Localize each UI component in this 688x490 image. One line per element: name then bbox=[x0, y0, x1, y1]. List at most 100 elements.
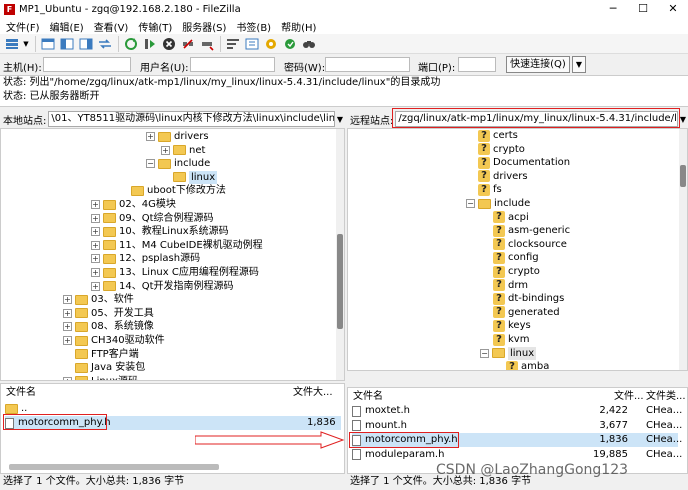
list-item[interactable]: moduleparam.h 19,885 CHea... bbox=[352, 448, 682, 462]
expand-icon[interactable]: + bbox=[91, 254, 100, 264]
tree-item[interactable]: +13、Linux C应用编程例程源码 bbox=[91, 266, 259, 279]
expand-icon[interactable]: + bbox=[146, 132, 155, 141]
expand-icon[interactable]: + bbox=[91, 268, 100, 277]
tree-item[interactable]: − include bbox=[466, 197, 530, 210]
quickconnect-dropdown[interactable]: ▼ bbox=[572, 56, 586, 73]
expand-icon[interactable]: + bbox=[91, 281, 100, 291]
expand-icon[interactable]: + bbox=[63, 322, 72, 332]
tree-item[interactable]: linux bbox=[161, 170, 218, 184]
expand-icon[interactable]: + bbox=[91, 240, 100, 250]
tree-item[interactable]: ? dt-bindings bbox=[493, 292, 564, 305]
tree-item[interactable]: +14、Qt开发指南例程源码 bbox=[91, 280, 234, 293]
minimize-button[interactable]: ─ bbox=[598, 0, 628, 18]
column-header-filesize[interactable]: 文件... bbox=[614, 389, 644, 405]
tree-item[interactable]: ? drm bbox=[493, 279, 528, 292]
tree-item[interactable]: Java 安装包 bbox=[63, 361, 145, 374]
collapse-icon[interactable]: − bbox=[466, 199, 475, 208]
tree-item[interactable]: ? drivers bbox=[478, 170, 528, 183]
tree-item[interactable]: ? acpi bbox=[493, 211, 529, 224]
tree-item[interactable]: +10、教程Linux系统源码 bbox=[91, 225, 229, 238]
tree-item[interactable]: + CH340驱动软件 bbox=[63, 334, 165, 347]
collapse-icon[interactable]: − bbox=[480, 348, 489, 358]
tree-item[interactable]: +12、psplash源码 bbox=[91, 252, 200, 265]
close-button[interactable]: ✕ bbox=[658, 0, 688, 18]
tree-item[interactable]: ? crypto bbox=[478, 143, 525, 156]
chevron-down-icon[interactable]: ▼ bbox=[335, 115, 345, 124]
menu-bookmarks[interactable]: 书签(B) bbox=[236, 19, 271, 34]
toggle-remote-tree-icon[interactable] bbox=[77, 36, 94, 52]
tree-item[interactable]: ? config bbox=[493, 251, 539, 264]
toggle-local-tree-icon[interactable] bbox=[58, 36, 75, 52]
list-item[interactable]: mount.h 3,677 CHea... bbox=[352, 419, 682, 433]
tree-item[interactable]: ? asm-generic bbox=[493, 224, 570, 237]
quickconnect-button[interactable]: 快速连接(Q) bbox=[506, 56, 570, 73]
expand-icon[interactable]: + bbox=[91, 227, 100, 237]
menu-transfer[interactable]: 传输(T) bbox=[138, 19, 172, 34]
column-header-filename[interactable]: 文件名 bbox=[353, 389, 383, 405]
tree-item[interactable]: ? keys bbox=[493, 319, 531, 332]
expand-icon[interactable]: + bbox=[91, 200, 100, 209]
list-item[interactable]: moxtet.h 2,422 CHea... bbox=[352, 404, 682, 418]
scrollbar-thumb[interactable] bbox=[680, 165, 686, 187]
tree-item[interactable]: − linux bbox=[480, 346, 537, 360]
expand-icon[interactable]: + bbox=[63, 376, 72, 380]
local-site-path[interactable]: \01、YT8511驱动源码\linux内核下修改方法\linux\includ… bbox=[48, 111, 335, 127]
cancel-icon[interactable] bbox=[160, 36, 177, 52]
tree-item[interactable]: uboot下修改方法 bbox=[119, 184, 226, 197]
tree-item[interactable]: +05、开发工具 bbox=[63, 307, 154, 320]
tree-item[interactable]: ? generated bbox=[493, 306, 560, 319]
tree-item[interactable]: ? fs bbox=[478, 183, 502, 196]
tree-item[interactable]: +08、系统镜像 bbox=[63, 320, 154, 333]
sync-browse-icon[interactable] bbox=[262, 36, 279, 52]
remote-tree-scrollbar[interactable] bbox=[679, 129, 687, 370]
refresh-icon[interactable] bbox=[122, 36, 139, 52]
tree-item[interactable]: +11、M4 CubeIDE裸机驱动例程 bbox=[91, 239, 263, 252]
expand-icon[interactable]: + bbox=[63, 308, 72, 318]
tree-item[interactable]: +09、Qt综合例程源码 bbox=[91, 212, 214, 225]
tree-item[interactable]: FTP客户端 bbox=[63, 348, 139, 361]
column-header-filesize[interactable]: 文件大... bbox=[293, 385, 333, 401]
horizontal-scrollbar[interactable] bbox=[9, 464, 219, 470]
search-icon[interactable] bbox=[300, 36, 317, 52]
username-input[interactable] bbox=[190, 57, 275, 72]
tree-item[interactable]: + Linux源码 bbox=[63, 375, 138, 380]
tree-item[interactable]: ? amba bbox=[506, 360, 549, 370]
process-queue-icon[interactable] bbox=[141, 36, 158, 52]
compare-icon[interactable] bbox=[243, 36, 260, 52]
disconnect-icon[interactable] bbox=[179, 36, 196, 52]
host-input[interactable] bbox=[43, 57, 131, 72]
expand-icon[interactable]: + bbox=[63, 336, 72, 345]
local-tree-scrollbar[interactable] bbox=[336, 129, 344, 380]
filter-icon[interactable] bbox=[224, 36, 241, 52]
menu-help[interactable]: 帮助(H) bbox=[281, 19, 316, 34]
expand-icon[interactable]: + bbox=[63, 295, 72, 305]
menu-server[interactable]: 服务器(S) bbox=[182, 19, 226, 34]
password-input[interactable] bbox=[325, 57, 410, 72]
expand-icon[interactable]: + bbox=[161, 145, 170, 155]
toggle-queue-icon[interactable] bbox=[96, 36, 113, 52]
tree-item[interactable]: +03、软件 bbox=[63, 293, 134, 306]
collapse-icon[interactable]: − bbox=[146, 159, 155, 169]
expand-icon[interactable]: + bbox=[91, 213, 100, 223]
tree-item[interactable]: + net bbox=[161, 144, 205, 157]
port-input[interactable] bbox=[458, 57, 496, 72]
scrollbar-thumb[interactable] bbox=[337, 234, 343, 329]
tree-item[interactable]: + drivers bbox=[146, 130, 209, 143]
tree-item[interactable]: ? kvm bbox=[493, 333, 529, 346]
tree-item[interactable]: ? crypto bbox=[493, 265, 540, 278]
column-header-filename[interactable]: 文件名 bbox=[6, 385, 36, 401]
auto-refresh-icon[interactable] bbox=[281, 36, 298, 52]
column-header-filetype[interactable]: 文件类... bbox=[646, 389, 686, 405]
toggle-log-icon[interactable] bbox=[39, 36, 56, 52]
tree-item[interactable]: − include bbox=[146, 157, 210, 170]
tree-item[interactable]: ? clocksource bbox=[493, 238, 567, 251]
dropdown-icon[interactable]: ▼ bbox=[22, 36, 30, 52]
tree-item[interactable]: +02、4G模块 bbox=[91, 198, 176, 211]
maximize-button[interactable]: ☐ bbox=[628, 0, 658, 18]
menu-file[interactable]: 文件(F) bbox=[6, 19, 40, 34]
menu-edit[interactable]: 编辑(E) bbox=[50, 19, 84, 34]
tree-item[interactable]: ? Documentation bbox=[478, 156, 570, 169]
tree-item[interactable]: ? certs bbox=[478, 129, 518, 142]
site-manager-icon[interactable] bbox=[3, 36, 20, 52]
menu-view[interactable]: 查看(V) bbox=[94, 19, 129, 34]
